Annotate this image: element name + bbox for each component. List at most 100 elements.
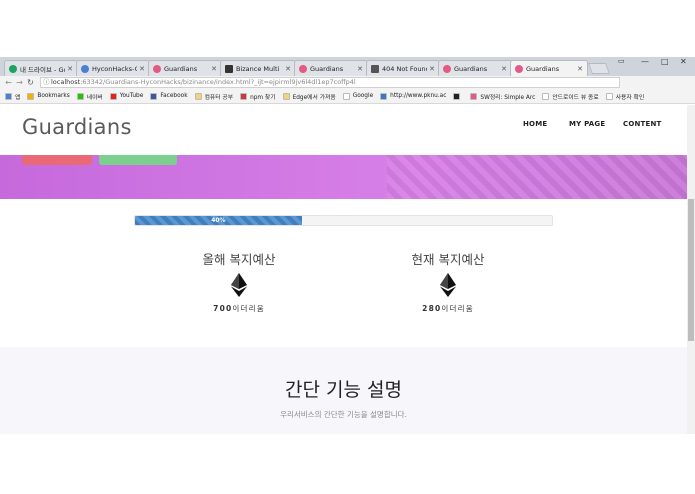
tab-guardians-2[interactable]: Guardians ✕ — [294, 60, 368, 76]
bookmark-item[interactable]: 컴퓨터 공부 — [194, 92, 234, 101]
web-page: Guardians HOME MY PAGE CONTENT 40% 올해 복지… — [0, 105, 687, 434]
bookmark-label: YouTube — [119, 93, 144, 99]
tab-404[interactable]: 404 Not Found ✕ — [366, 60, 440, 76]
close-icon[interactable]: ✕ — [211, 65, 217, 73]
bookmark-item[interactable]: YouTube — [109, 92, 144, 100]
bookmark-label: SW정리: Simple Arc — [480, 94, 536, 101]
bookmark-icon — [5, 92, 12, 100]
bookmark-icon — [194, 92, 202, 100]
bookmark-label: 컴퓨터 공부 — [204, 94, 234, 101]
bookmark-item[interactable]: Bookmarks — [27, 92, 70, 100]
bookmark-item[interactable]: 사용자 확인 — [605, 92, 645, 101]
tab-google-drive[interactable]: 내 드라이브 - Goo ✕ — [4, 60, 78, 76]
features-section: 간단 기능 설명 우리서비스의 간단한 기능을 설명합니다. — [0, 347, 687, 434]
new-tab-button[interactable] — [587, 63, 611, 74]
bookmark-icon — [76, 92, 84, 100]
bookmark-item[interactable] — [453, 92, 463, 100]
browser-window: 내 드라이브 - Goo ✕ HyconHacks-Guar ✕ Guardia… — [0, 0, 695, 494]
close-window-button[interactable]: ✕ — [680, 57, 687, 66]
annual-budget-title: 올해 복지예산 — [202, 252, 276, 267]
bookmark-label: http://www.pknu.ac — [390, 93, 447, 99]
maximize-button[interactable]: □ — [661, 57, 669, 66]
bookmark-item[interactable]: 앱 — [5, 92, 20, 101]
guardians-icon — [443, 64, 451, 73]
profile-icon[interactable]: ▭ — [618, 57, 625, 65]
url-input[interactable]: ⓘ localhost:63342/Guardians-HyconHacks/b… — [40, 77, 620, 88]
close-icon[interactable]: ✕ — [67, 65, 73, 73]
tab-label: Guardians — [310, 64, 344, 73]
bookmark-label: npm 찾기 — [250, 94, 276, 101]
bookmark-icon — [342, 92, 350, 100]
tab-guardians-3[interactable]: Guardians ✕ — [438, 60, 512, 76]
bookmark-item[interactable]: Facebook — [150, 92, 188, 100]
close-icon[interactable]: ✕ — [139, 65, 145, 73]
tab-strip: 내 드라이브 - Goo ✕ HyconHacks-Guar ✕ Guardia… — [0, 57, 695, 76]
hero-pattern — [387, 155, 687, 199]
bookmark-item[interactable]: 네이버 — [76, 92, 103, 101]
ethereum-icon — [440, 273, 456, 297]
bookmark-icon — [380, 92, 388, 100]
guardians-icon — [515, 64, 523, 73]
site-brand[interactable]: Guardians — [22, 115, 132, 139]
bookmark-item[interactable]: http://www.pknu.ac — [380, 92, 447, 100]
bookmark-icon — [470, 92, 478, 100]
close-icon[interactable]: ✕ — [357, 65, 363, 73]
close-icon[interactable]: ✕ — [501, 65, 507, 73]
tab-guardians-1[interactable]: Guardians ✕ — [148, 60, 222, 76]
bookmark-label: Google — [352, 93, 374, 99]
tab-label: HyconHacks-Guar — [92, 64, 137, 73]
url-path: :63342/Guardians-HyconHacks/bizinance/in… — [80, 78, 356, 86]
forward-icon[interactable]: → — [14, 78, 25, 87]
scrollbar-thumb[interactable] — [688, 199, 694, 341]
page-icon — [371, 64, 379, 73]
amount-value: 700 — [213, 304, 233, 313]
close-icon[interactable]: ✕ — [285, 65, 291, 73]
bookmark-icon — [240, 92, 248, 100]
features-subtitle: 우리서비스의 간단한 기능을 설명합니다. — [280, 410, 407, 419]
progress-fill: 40% — [135, 216, 302, 225]
address-bar: ← → ↻ ⓘ localhost:63342/Guardians-HyconH… — [0, 76, 695, 161]
bookmark-item[interactable]: Google — [342, 92, 374, 100]
annual-budget-amount: 700이더리움 — [174, 303, 304, 314]
bookmark-item[interactable]: SW정리: Simple Arc — [470, 92, 535, 101]
hero-banner — [0, 155, 687, 199]
nav-home[interactable]: HOME — [523, 120, 547, 128]
bookmark-label: 안드로이드 뷰 종료 — [552, 94, 599, 101]
tab-label: 내 드라이브 - Goo — [20, 65, 65, 74]
info-icon: ⓘ — [43, 78, 50, 86]
bizance-icon — [225, 64, 233, 73]
bookmark-icon — [453, 92, 461, 100]
site-navbar: Guardians HOME MY PAGE CONTENT — [0, 105, 687, 155]
bookmark-icon — [605, 92, 613, 100]
features-title: 간단 기능 설명 — [285, 379, 402, 401]
close-icon[interactable]: ✕ — [577, 65, 583, 73]
tab-label: Guardians — [526, 64, 560, 73]
current-budget-title: 현재 복지예산 — [411, 252, 485, 267]
bookmark-item[interactable]: 안드로이드 뷰 종료 — [542, 92, 599, 101]
bookmark-item[interactable]: npm 찾기 — [240, 92, 276, 101]
tab-guardians-active[interactable]: Guardians ✕ — [510, 60, 588, 76]
bookmark-label: 사용자 확인 — [615, 94, 645, 101]
ethereum-icon — [231, 273, 247, 297]
page-scrollbar[interactable] — [687, 105, 695, 434]
minimize-button[interactable]: — — [641, 57, 649, 66]
bookmark-label: 네이버 — [86, 94, 103, 101]
tab-hyconhacks[interactable]: HyconHacks-Guar ✕ — [76, 60, 150, 76]
guardians-icon — [299, 64, 307, 73]
hero-button-red[interactable] — [22, 155, 92, 165]
reload-icon[interactable]: ↻ — [25, 78, 36, 87]
tab-label: 404 Not Found — [382, 64, 428, 73]
tab-bizance[interactable]: Bizance Multi ✕ — [220, 60, 296, 76]
google-drive-icon — [9, 64, 17, 73]
bookmark-label: Facebook — [160, 93, 188, 99]
nav-my-page[interactable]: MY PAGE — [569, 120, 605, 128]
nav-content[interactable]: CONTENT — [623, 120, 662, 128]
back-icon[interactable]: ← — [3, 78, 14, 87]
bookmark-icon — [542, 92, 550, 100]
close-icon[interactable]: ✕ — [429, 65, 435, 73]
amount-value: 280 — [422, 304, 442, 313]
tab-label: Guardians — [454, 64, 488, 73]
doc-icon — [81, 64, 89, 73]
hero-button-green[interactable] — [99, 155, 177, 165]
bookmark-item[interactable]: Edge에서 가져옴 — [282, 92, 336, 101]
